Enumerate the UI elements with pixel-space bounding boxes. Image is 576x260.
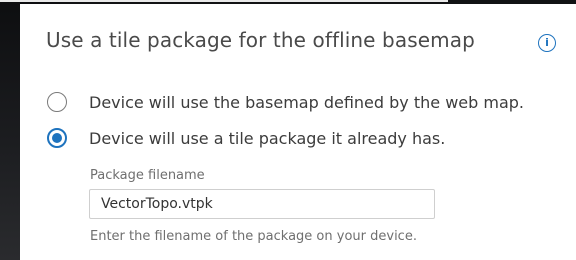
package-filename-label: Package filename [90, 168, 205, 183]
package-filename-input[interactable] [89, 189, 435, 219]
option-webmap-basemap[interactable]: Device will use the basemap defined by t… [47, 92, 524, 112]
radio-webmap-basemap[interactable] [47, 92, 67, 112]
info-icon[interactable]: i [538, 34, 556, 52]
package-filename-helper: Enter the filename of the package on you… [90, 229, 417, 244]
top-divider [0, 0, 448, 2]
option-label: Device will use the basemap defined by t… [89, 92, 524, 112]
panel-title: Use a tile package for the offline basem… [46, 28, 475, 52]
option-label: Device will use a tile package it alread… [89, 128, 446, 148]
offline-basemap-panel: Use a tile package for the offline basem… [20, 4, 576, 260]
radio-tile-package[interactable] [47, 128, 67, 148]
option-tile-package[interactable]: Device will use a tile package it alread… [47, 128, 445, 148]
